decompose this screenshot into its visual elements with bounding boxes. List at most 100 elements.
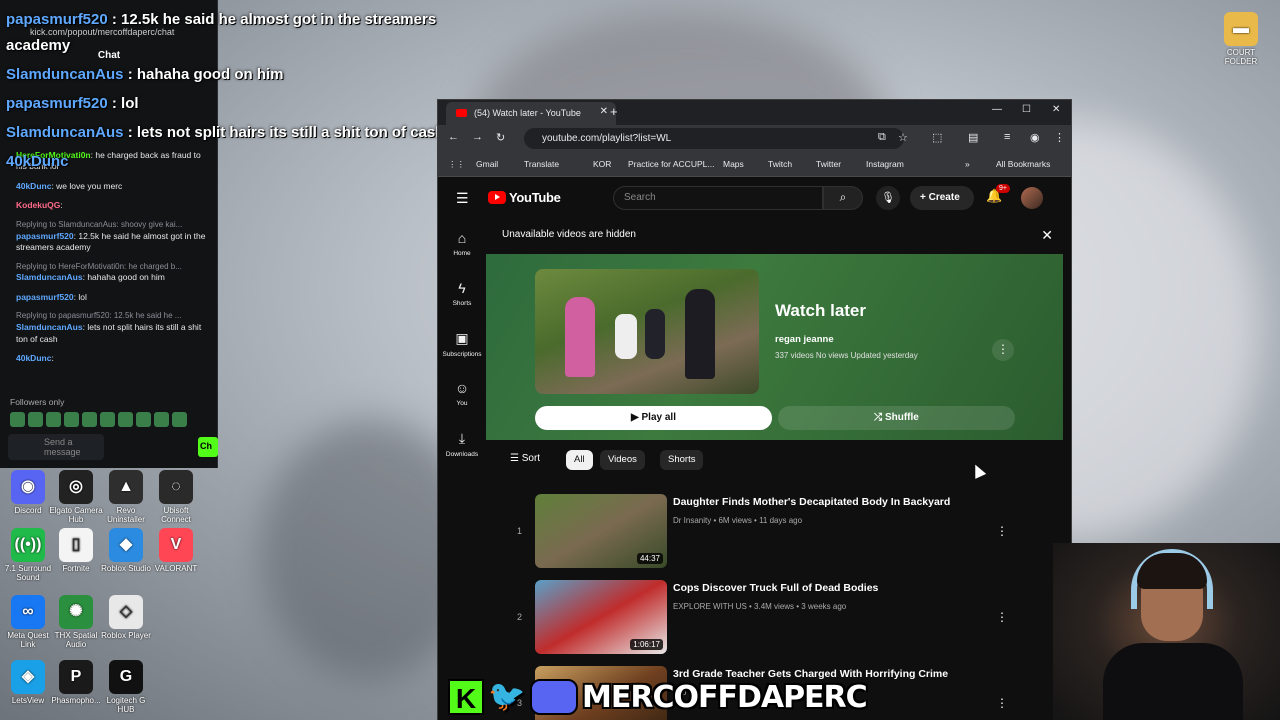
chat-url[interactable]: kick.com/popout/mercoffdaperc/chat [30, 27, 174, 37]
desktop-icon-label: VALORANT [154, 564, 198, 573]
bookmark-instagram[interactable]: Instagram [866, 159, 904, 169]
bookmark-practice[interactable]: Practice for ACCUPL... [628, 159, 714, 169]
bookmark-star-icon[interactable]: ☆ [898, 131, 908, 144]
desktop-icon[interactable]: G Logitech G HUB [98, 660, 154, 715]
desktop-icon[interactable]: ◇ Roblox Player [98, 595, 154, 641]
search-icon[interactable]: ⌕ [823, 186, 863, 210]
chat-username[interactable]: 40kDunc [16, 181, 51, 191]
you-icon: ☺ [454, 380, 470, 396]
playlist-video-row[interactable]: 2 1:06:17 Cops Discover Truck Full of Dead… [486, 580, 1063, 660]
sidebar-item-shorts[interactable]: ϟ Shorts [438, 268, 486, 318]
menu-icon[interactable]: ⋮ [1054, 131, 1065, 144]
chat-username[interactable]: SlamduncanAus [16, 322, 83, 332]
close-icon[interactable]: ✕ [1041, 227, 1053, 244]
filter-chip-videos[interactable]: Videos [600, 450, 645, 470]
reload-icon[interactable]: ↻ [496, 131, 505, 144]
avatar[interactable] [1021, 187, 1043, 209]
overlay-chat-line: 40kDunc [6, 154, 69, 169]
desktop-icon[interactable]: V VALORANT [148, 528, 204, 574]
desktop-icon-label: Logitech G HUB [106, 696, 146, 714]
video-thumbnail[interactable]: 1:06:17 [535, 580, 667, 654]
sidebar-item-downloads[interactable]: ⤓ Downloads [438, 418, 486, 468]
close-tab-icon[interactable]: ✕ [600, 106, 608, 117]
emote[interactable] [46, 412, 61, 427]
play-all-button[interactable]: ▶ Play all [535, 406, 772, 430]
chat-send-button[interactable]: Ch [198, 437, 218, 457]
desktop-icon[interactable]: ✺ THX Spatial Audio [48, 595, 104, 650]
back-icon[interactable]: ← [448, 131, 459, 143]
desktop-icon[interactable]: ▯ Fortnite [48, 528, 104, 574]
bookmark-twitter[interactable]: Twitter [816, 159, 841, 169]
more-options-icon[interactable]: ⋮ [996, 610, 1008, 624]
playlist-title: Watch later [775, 301, 867, 320]
url-field[interactable]: youtube.com/playlist?list=WL [524, 128, 904, 149]
more-bookmarks-icon[interactable]: » [965, 159, 970, 169]
emote[interactable] [100, 412, 115, 427]
cast-icon[interactable]: ⧉ [878, 131, 886, 144]
sort-button[interactable]: ☰ Sort [510, 453, 540, 464]
filter-chip-all[interactable]: All [566, 450, 593, 470]
microphone-icon[interactable]: 🎙 [876, 186, 900, 210]
sidebar-icon[interactable]: ▤ [968, 131, 978, 144]
chat-username[interactable]: papasmurf520 [16, 292, 74, 302]
playlist-thumbnail[interactable] [535, 269, 759, 394]
webcam-overlay [1053, 543, 1280, 720]
sidebar-item-home[interactable]: ⌂ Home [438, 218, 486, 268]
video-channel[interactable]: Dr Insanity [673, 516, 711, 525]
bookmark-folder[interactable]: All Bookmarks [996, 159, 1050, 169]
youtube-logo[interactable]: YouTube [488, 190, 561, 205]
desktop-icon[interactable]: ◆ Roblox Studio [98, 528, 154, 574]
bookmark-twitch[interactable]: Twitch [768, 159, 792, 169]
apps-icon[interactable]: ⋮⋮ [448, 159, 465, 170]
forward-icon[interactable]: → [472, 131, 483, 143]
window-close-icon[interactable]: ✕ [1052, 104, 1060, 115]
sidebar-item-you[interactable]: ☺ You [438, 368, 486, 418]
chat-username[interactable]: 40kDunc [16, 353, 51, 363]
hamburger-menu-icon[interactable]: ☰ [456, 190, 469, 207]
search-input[interactable]: Search [613, 186, 823, 210]
new-tab-icon[interactable]: + [610, 104, 618, 119]
create-button[interactable]: + Create [910, 186, 974, 210]
desktop-icon[interactable]: ◌ Ubisoft Connect [148, 470, 204, 525]
sidebar-item-subscriptions[interactable]: ▣ Subscriptions [438, 318, 486, 368]
profile-icon[interactable]: ◉ [1030, 131, 1040, 144]
media-icon[interactable]: ≡ [1004, 131, 1010, 143]
emote[interactable] [10, 412, 25, 427]
shuffle-button[interactable]: ⤮ Shuffle [778, 406, 1015, 430]
minimize-icon[interactable]: — [992, 104, 1002, 115]
desktop-icon[interactable]: ▬ COURT FOLDER [1213, 12, 1269, 67]
video-thumbnail[interactable]: 44:37 [535, 494, 667, 568]
playlist-owner[interactable]: regan jeanne [775, 334, 834, 345]
video-title[interactable]: Cops Discover Truck Full of Dead Bodies [673, 582, 973, 594]
chat-username[interactable]: SlamduncanAus [16, 272, 83, 282]
playlist-video-row[interactable]: 1 44:37 Daughter Finds Mother's Decapitate… [486, 494, 1063, 574]
more-options-icon[interactable]: ⋮ [992, 339, 1014, 361]
more-options-icon[interactable]: ⋮ [996, 524, 1008, 538]
emote[interactable] [172, 412, 187, 427]
emote[interactable] [64, 412, 79, 427]
emote-row[interactable] [10, 412, 187, 427]
filter-chip-shorts[interactable]: Shorts [660, 450, 704, 470]
emote[interactable] [136, 412, 151, 427]
bookmark-maps[interactable]: Maps [723, 159, 744, 169]
video-title[interactable]: Daughter Finds Mother's Decapitated Body… [673, 496, 973, 508]
chat-username[interactable]: KodekuQG [16, 200, 60, 210]
video-channel[interactable]: EXPLORE WITH US [673, 602, 747, 611]
bookmark-translate[interactable]: Translate [524, 159, 559, 169]
emote[interactable] [82, 412, 97, 427]
desktop-icon[interactable]: P Phasmopho... [48, 660, 104, 706]
more-options-icon[interactable]: ⋮ [996, 696, 1008, 710]
desktop-icon[interactable]: ▲ Revo Uninstaller [98, 470, 154, 525]
chat-input[interactable]: Send a message [8, 434, 104, 460]
emote[interactable] [154, 412, 169, 427]
chat-username[interactable]: papasmurf520 [16, 231, 74, 241]
tab-title: (54) Watch later - YouTube [474, 108, 581, 118]
bookmark-kor[interactable]: KOR [593, 159, 611, 169]
extensions-icon[interactable]: ⬚ [932, 131, 942, 144]
bookmark-gmail[interactable]: Gmail [476, 159, 498, 169]
emote[interactable] [28, 412, 43, 427]
maximize-icon[interactable]: ☐ [1022, 104, 1031, 115]
emote[interactable] [118, 412, 133, 427]
browser-tab[interactable]: (54) Watch later - YouTube ✕ [446, 102, 616, 125]
desktop-icon[interactable]: ◎ Elgato Camera Hub [48, 470, 104, 525]
